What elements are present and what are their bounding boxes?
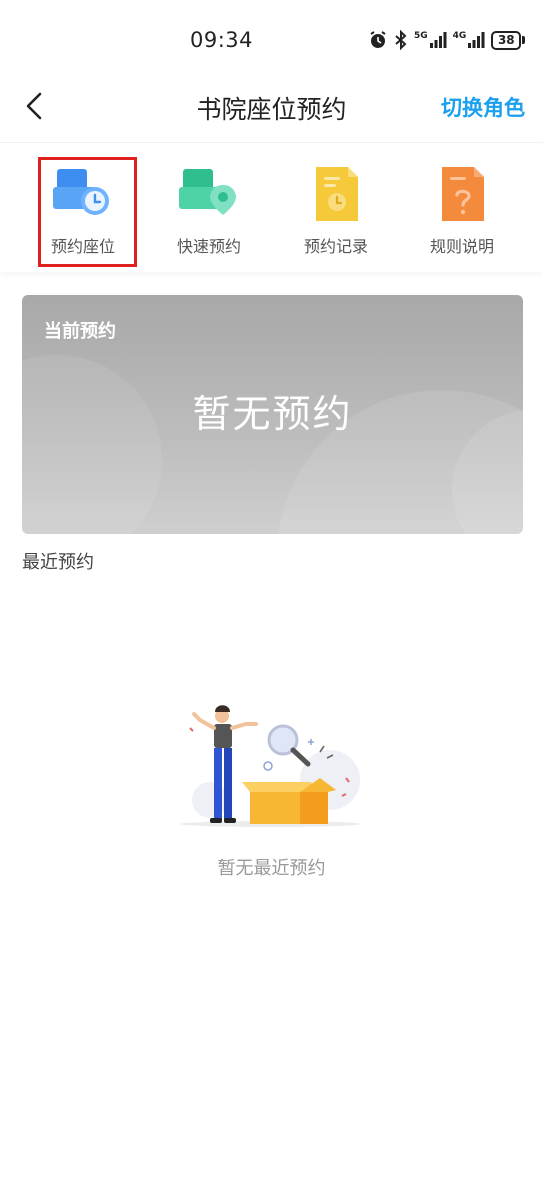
menu-item-label: 预约记录 (303, 237, 368, 256)
recent-reservations-title: 最近预约 (22, 552, 94, 573)
status-bar: 09:34 5G 4G 38 (0, 0, 543, 80)
signal-5g-label: 5G (414, 31, 428, 41)
status-time: 09:34 (190, 28, 254, 52)
recent-reservations-empty: 暂无最近预约 (217, 858, 326, 879)
current-reservation-card: 当前预约 暂无预约 (22, 295, 523, 534)
menu-item-quick-reserve[interactable]: 快速预约 (149, 143, 269, 273)
menu-item-reservation-records[interactable]: 预约记录 (276, 143, 396, 273)
back-button[interactable] (14, 86, 54, 126)
menu-item-rules[interactable]: 规则说明 (402, 143, 522, 273)
record-document-icon (316, 167, 358, 221)
battery-level: 38 (491, 30, 522, 50)
menu-item-label: 预约座位 (50, 237, 115, 256)
alarm-icon (368, 30, 388, 50)
current-reservation-title: 当前预约 (44, 321, 116, 342)
menu-item-label: 规则说明 (429, 237, 494, 256)
menu-item-reserve-seat[interactable]: 预约座位 (23, 143, 143, 273)
signal-4g-icon: 4G (453, 31, 486, 49)
seat-location-icon (179, 169, 236, 215)
bluetooth-icon (394, 30, 408, 50)
switch-role-button[interactable]: 切换角色 (441, 92, 525, 122)
quick-menu: 预约座位 快速预约 预约记录 规则说明 (0, 142, 543, 272)
menu-item-label: 快速预约 (176, 237, 241, 256)
battery-icon: 38 (491, 30, 526, 50)
rules-question-icon (442, 167, 484, 221)
status-icons: 5G 4G 38 (368, 29, 526, 51)
current-reservation-empty: 暂无预约 (192, 392, 353, 436)
empty-state-illustration (180, 705, 360, 827)
chevron-left-icon (26, 92, 42, 120)
signal-4g-label: 4G (452, 31, 467, 41)
nav-header: 书院座位预约 切换角色 (0, 76, 543, 138)
seat-clock-icon (53, 169, 109, 215)
signal-5g-icon: 5G (414, 31, 447, 49)
